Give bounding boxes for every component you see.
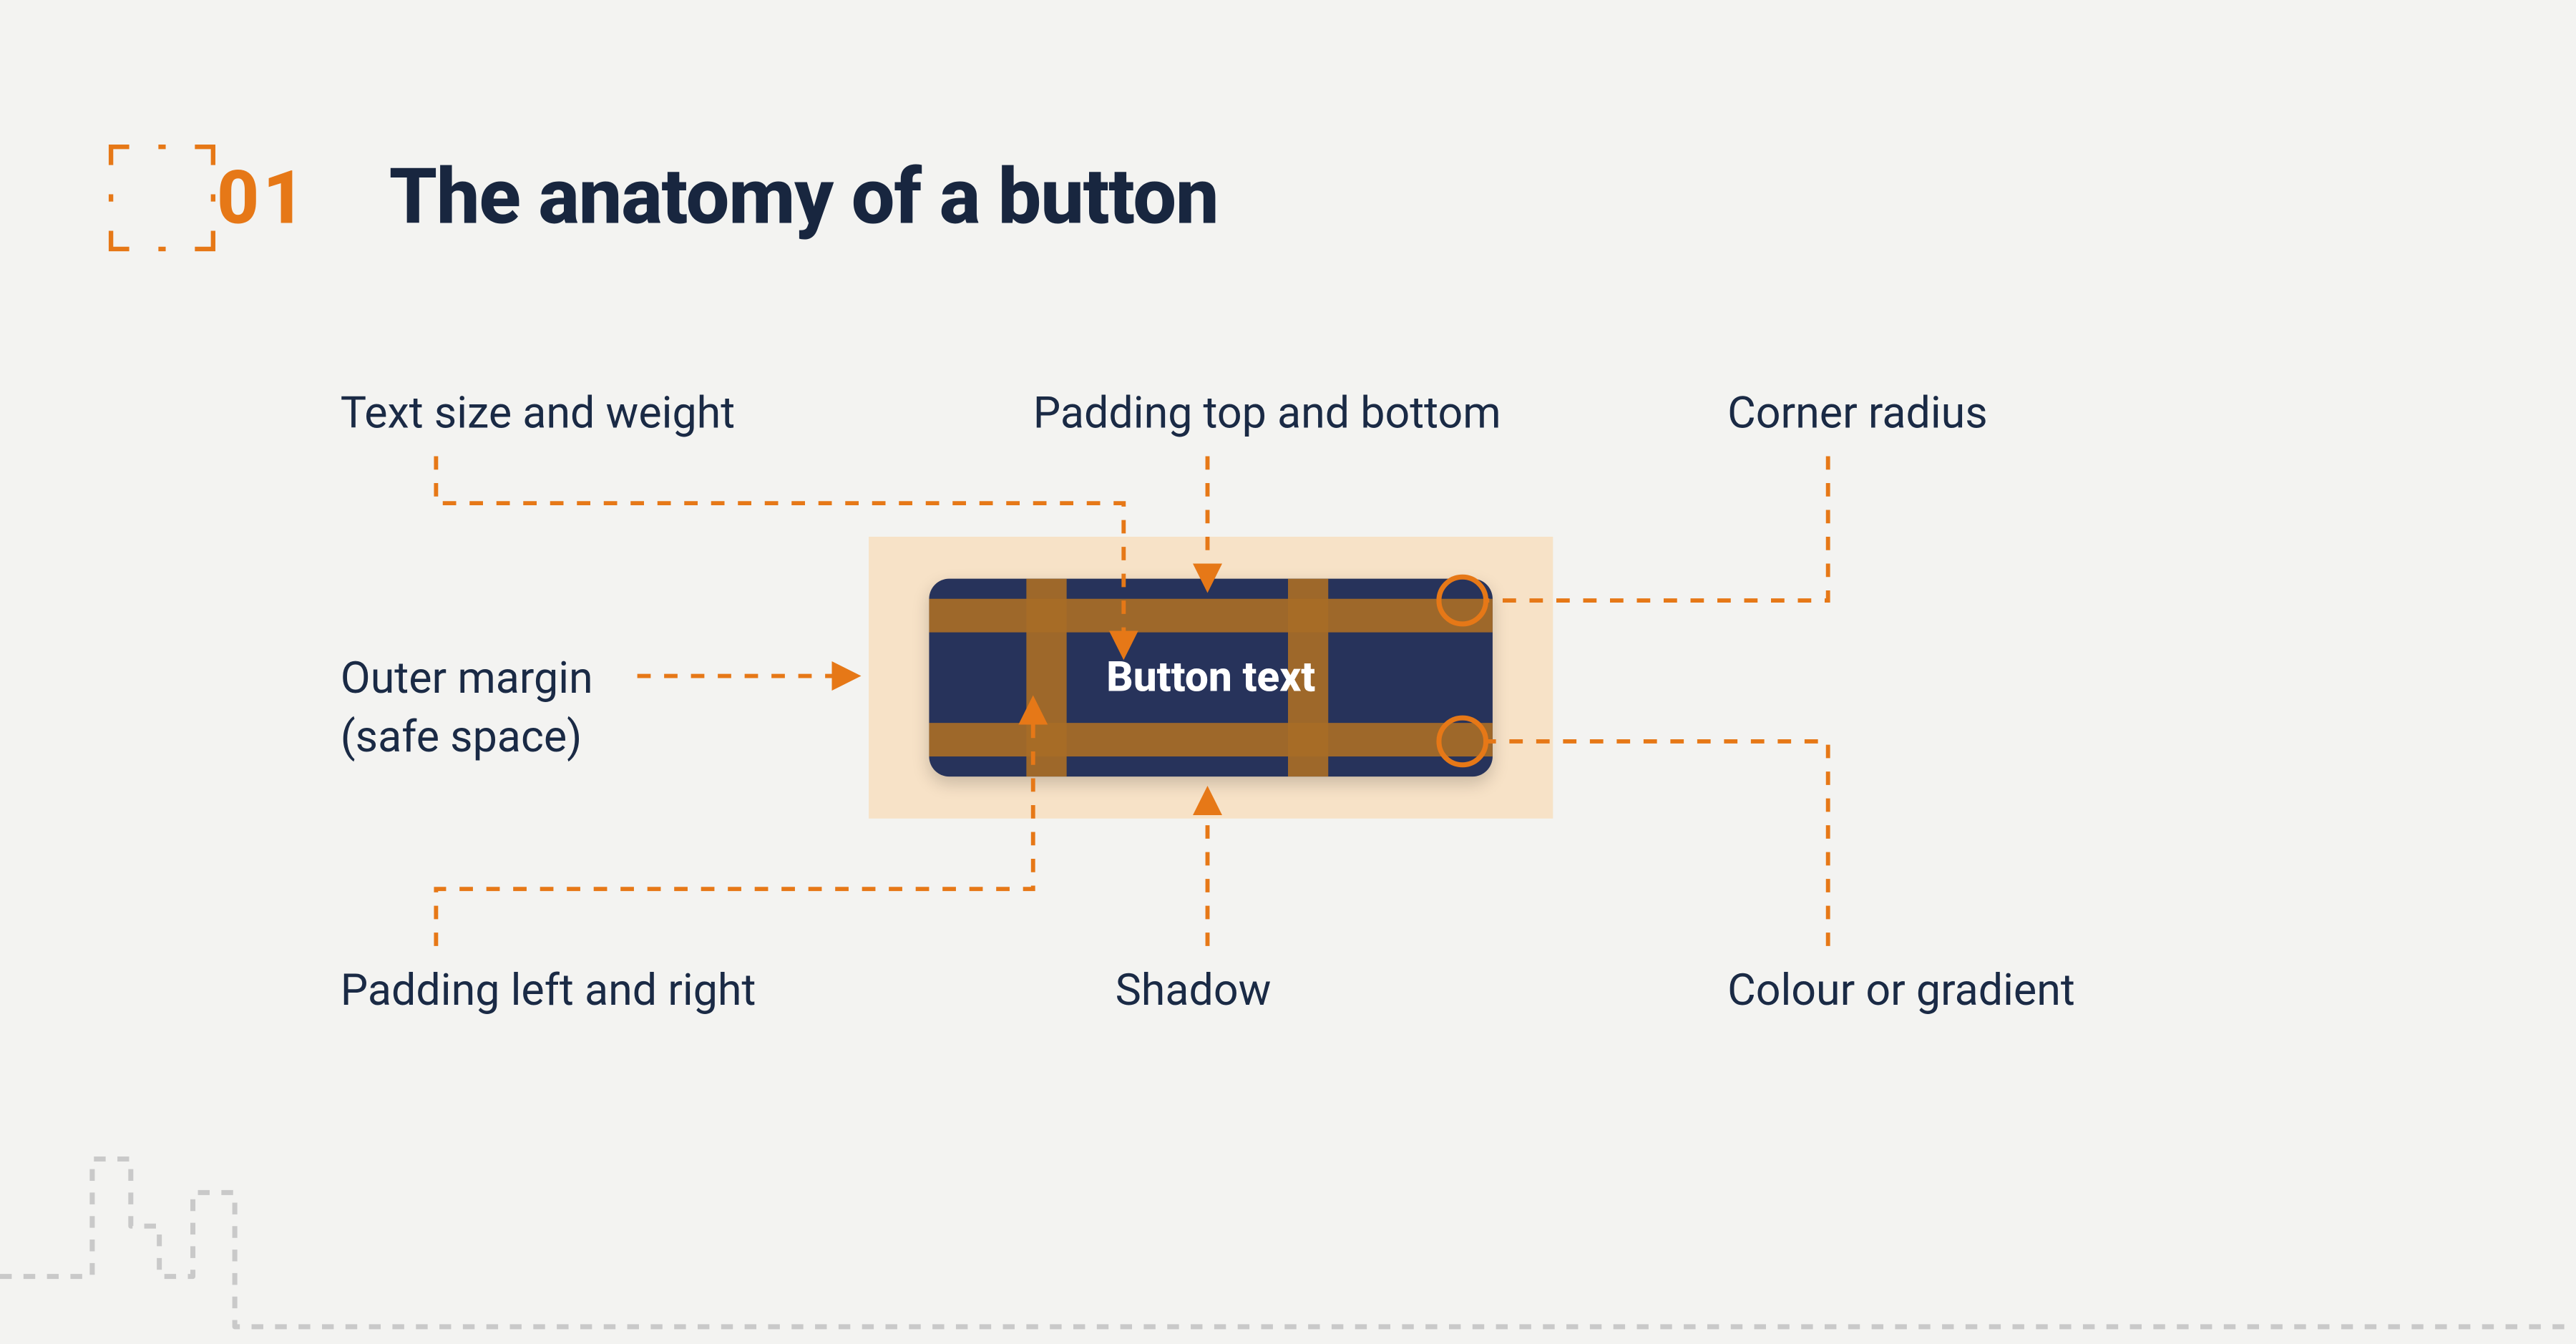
slide-header: 01 The anatomy of a button <box>107 97 1219 298</box>
corner-brackets-icon <box>107 97 217 298</box>
label-corner-radius: Corner radius <box>1727 386 1988 444</box>
label-padding-lr: Padding left and right <box>341 963 756 1021</box>
label-outer-margin-line2: (safe space) <box>341 710 593 769</box>
label-colour: Colour or gradient <box>1727 963 2075 1021</box>
button-text: Button text <box>1106 653 1315 702</box>
label-outer-margin-line1: Outer margin <box>341 651 593 709</box>
padding-band-top <box>929 599 1493 633</box>
slide-index-frame: 01 <box>107 97 308 298</box>
label-padding-tb: Padding top and bottom <box>1033 386 1501 444</box>
slide-index: 01 <box>217 155 308 242</box>
example-button[interactable]: Button text <box>929 579 1493 777</box>
padding-band-bottom <box>929 723 1493 756</box>
label-text-size: Text size and weight <box>341 386 735 444</box>
label-outer-margin: Outer margin (safe space) <box>341 651 593 769</box>
slide-title: The anatomy of a button <box>389 152 1219 243</box>
skyline-decoration-icon <box>0 1058 2576 1343</box>
label-shadow: Shadow <box>1116 963 1272 1021</box>
